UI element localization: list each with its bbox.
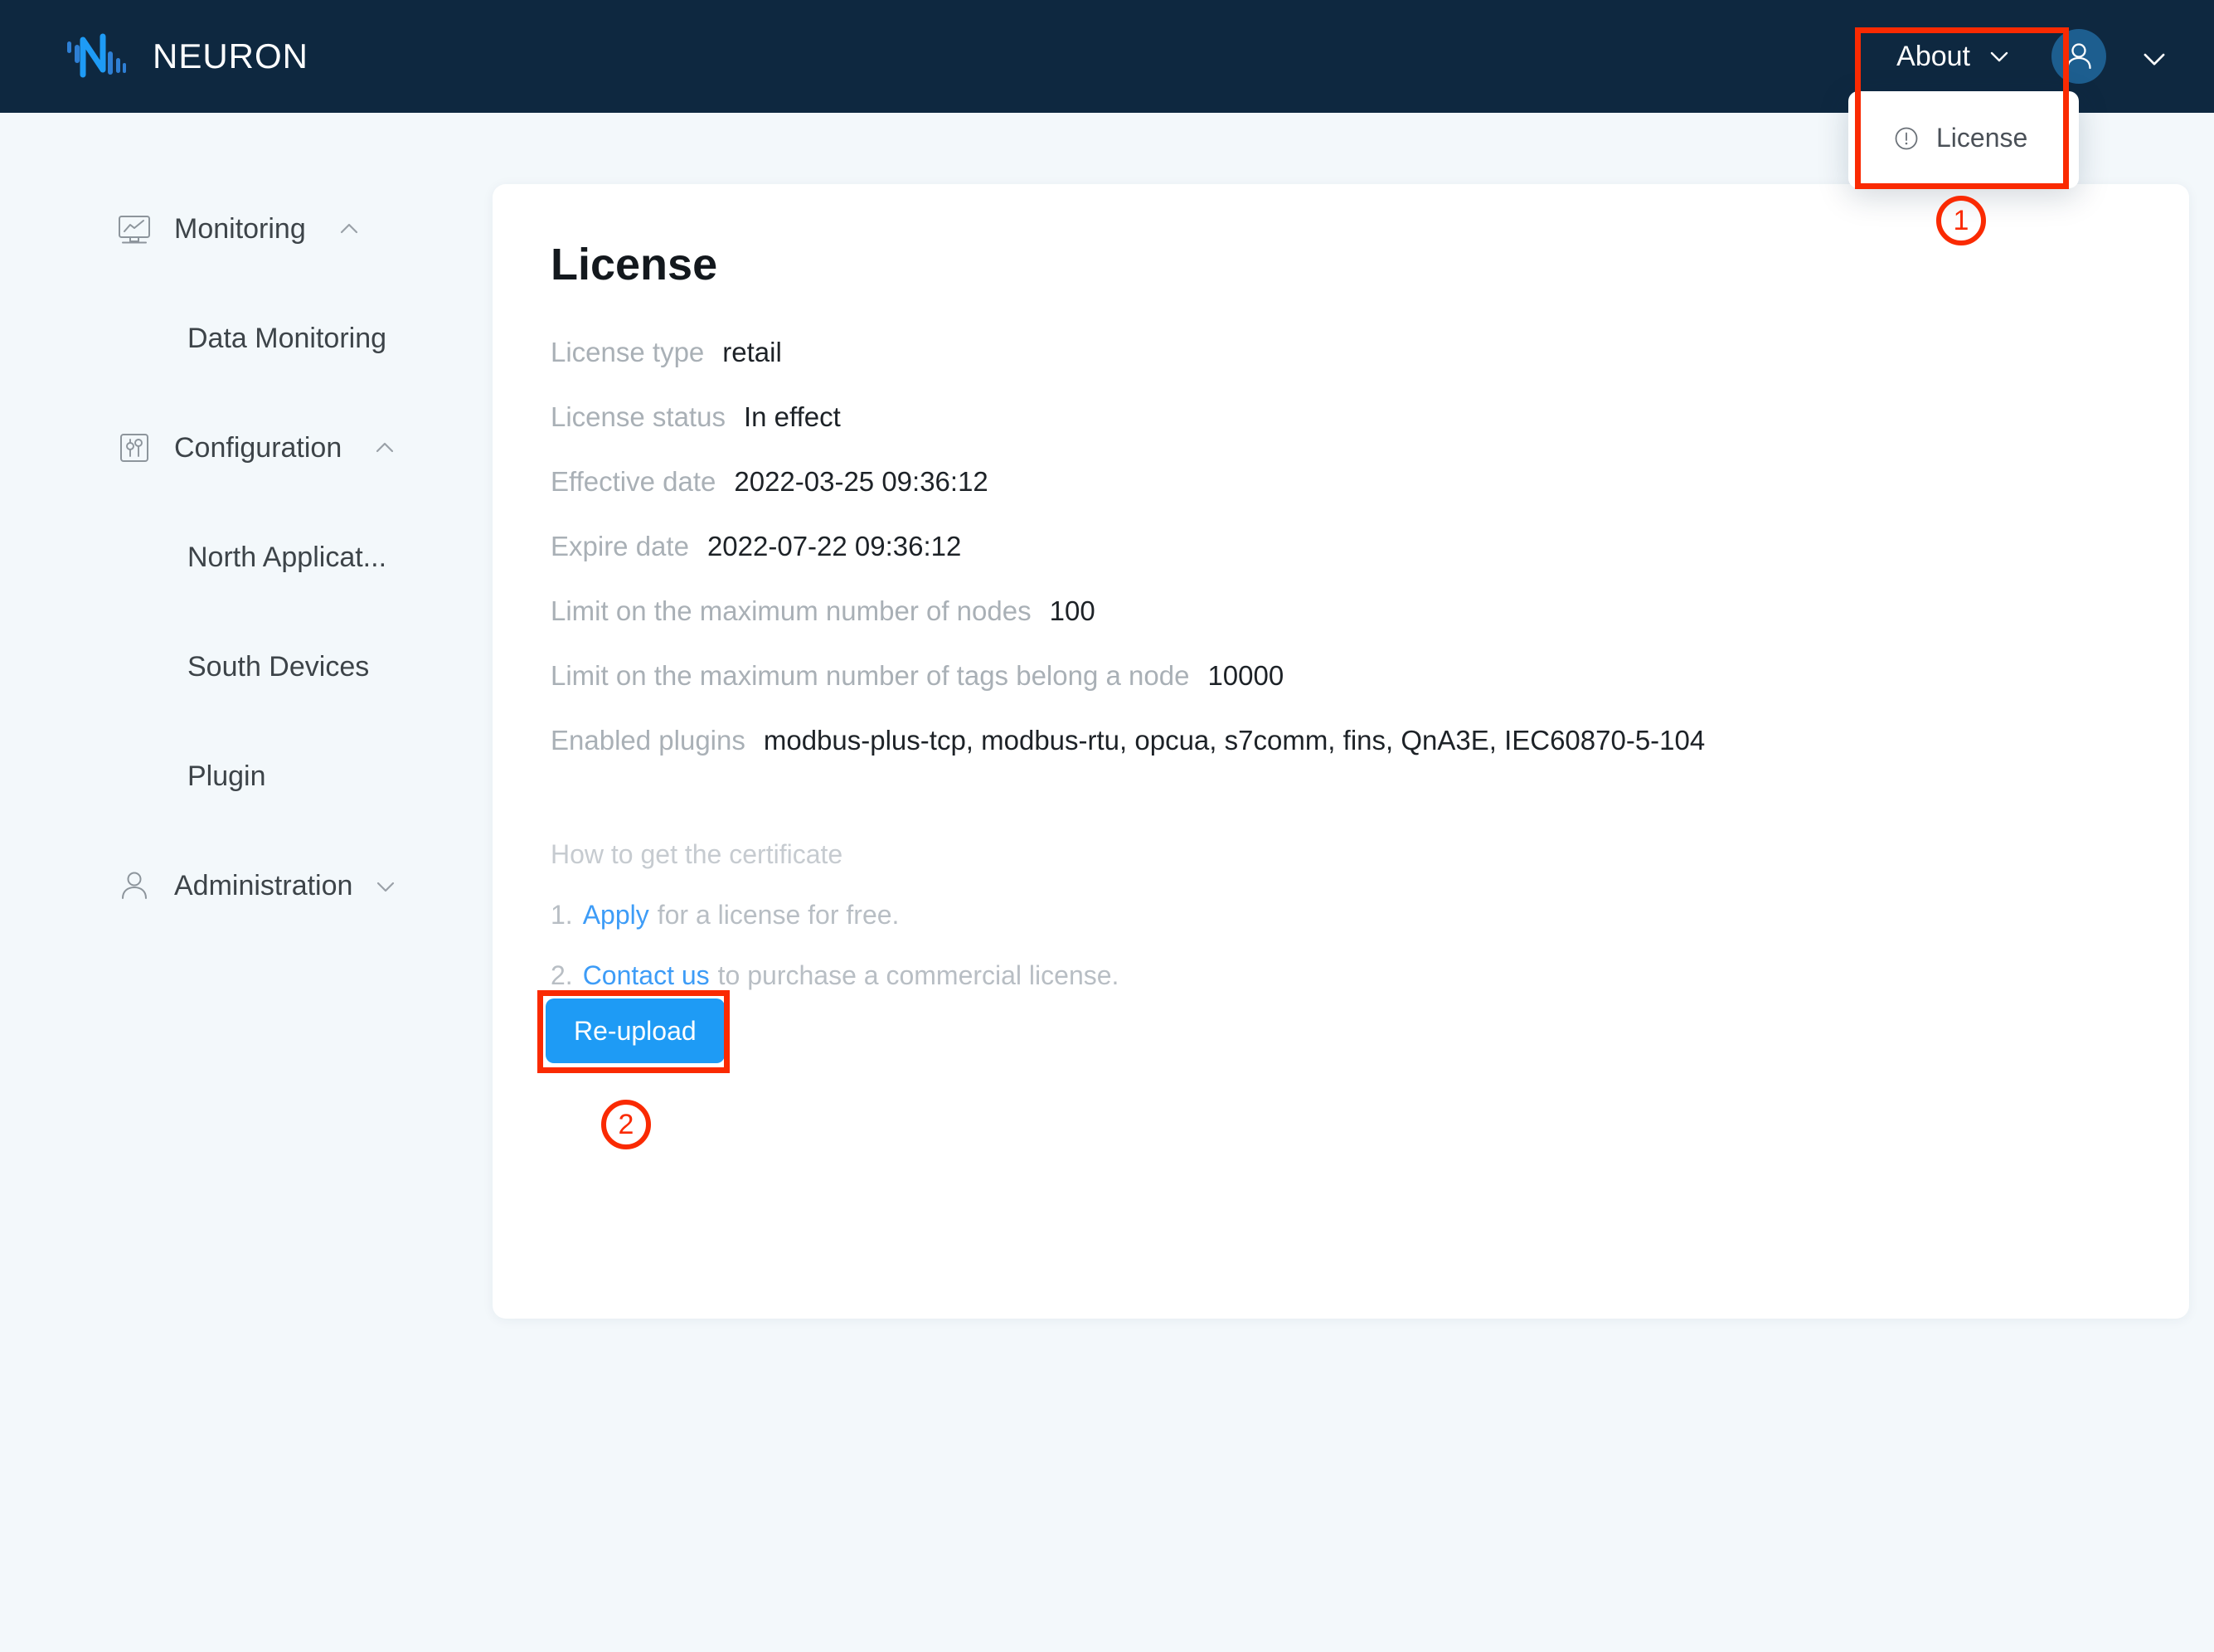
detail-value: 2022-03-25 09:36:12 (734, 466, 988, 497)
sidebar-group-configuration[interactable]: Configuration (0, 416, 493, 479)
sidebar-item-north-applications[interactable]: North Applicat... (0, 526, 493, 589)
sidebar-item-plugin[interactable]: Plugin (0, 745, 493, 808)
how-to-title: How to get the certificate (551, 839, 843, 869)
sidebar-item-label: South Devices (187, 650, 370, 683)
exclamation-circle-icon (1893, 125, 1920, 152)
detail-row-license-status: License status In effect (551, 401, 2189, 433)
neuron-logo-icon (66, 32, 128, 81)
chevron-up-icon[interactable] (373, 436, 396, 459)
brand: NEURON (66, 32, 308, 81)
detail-row-license-type: License type retail (551, 337, 2189, 368)
brand-name: NEURON (153, 36, 309, 75)
sidebar-group-administration[interactable]: Administration (0, 854, 493, 917)
sidebar-item-data-monitoring[interactable]: Data Monitoring (0, 307, 493, 370)
contact-us-link[interactable]: Contact us (583, 960, 710, 990)
sidebar-group-label: Configuration (174, 431, 342, 464)
detail-value: 10000 (1207, 660, 1284, 691)
reupload-button[interactable]: Re-upload (546, 998, 725, 1063)
chevron-down-icon (1988, 46, 2010, 67)
detail-label: License type (551, 337, 705, 367)
apply-link[interactable]: Apply (583, 900, 649, 930)
sidebar-item-label: North Applicat... (187, 541, 387, 573)
detail-label: License status (551, 401, 726, 432)
sidebar-group-monitoring[interactable]: Monitoring (0, 197, 493, 260)
how-to-get-certificate-section: How to get the certificate 1. Apply for a … (551, 839, 2189, 991)
detail-row-max-nodes: Limit on the maximum number of nodes 100 (551, 595, 2189, 627)
chevron-up-icon[interactable] (337, 217, 361, 241)
sliders-icon (116, 430, 153, 466)
avatar[interactable] (2051, 29, 2106, 84)
step-number: 2. (551, 960, 573, 990)
detail-label: Limit on the maximum number of tags belo… (551, 660, 1190, 691)
step-text: for a license for free. (657, 900, 900, 930)
detail-row-enabled-plugins: Enabled plugins modbus-plus-tcp, modbus-… (551, 725, 2189, 756)
detail-row-max-tags: Limit on the maximum number of tags belo… (551, 660, 2189, 692)
about-menu-button[interactable]: About (1865, 16, 2042, 98)
detail-value: modbus-plus-tcp, modbus-rtu, opcua, s7co… (763, 725, 1706, 756)
detail-label: Expire date (551, 531, 689, 561)
sidebar-group-label: Monitoring (174, 212, 306, 245)
annotation-marker-2: 2 (601, 1100, 651, 1149)
detail-row-expire-date: Expire date 2022-07-22 09:36:12 (551, 531, 2189, 562)
detail-value: retail (722, 337, 782, 367)
detail-value: 100 (1049, 595, 1095, 626)
reupload-button-wrapper: Re-upload (546, 998, 725, 1063)
dropdown-item-label: License (1936, 123, 2028, 153)
detail-value: In effect (743, 401, 841, 432)
user-outline-icon (116, 867, 153, 904)
monitor-chart-icon (116, 211, 153, 247)
step-text: to purchase a commercial license. (717, 960, 1119, 990)
header-actions: About (1865, 16, 2171, 98)
license-card: License License type retail License stat… (493, 184, 2189, 1319)
detail-label: Effective date (551, 466, 716, 497)
chevron-down-icon[interactable] (374, 874, 397, 897)
user-menu-chevron-down-icon[interactable] (2141, 46, 2165, 67)
sidebar: Monitoring Data Monitoring Configuration (0, 113, 493, 1652)
how-to-step-2: 2. Contact us to purchase a commercial lic… (551, 960, 2189, 991)
step-number: 1. (551, 900, 573, 930)
page-title: License (551, 240, 718, 289)
sidebar-item-south-devices[interactable]: South Devices (0, 635, 493, 698)
dropdown-item-license[interactable]: License (1848, 109, 2079, 167)
annotation-marker-1: 1 (1936, 196, 1986, 245)
about-menu-label: About (1896, 40, 1970, 72)
sidebar-group-label: Administration (174, 869, 353, 901)
sidebar-item-label: Data Monitoring (187, 322, 387, 354)
detail-value: 2022-07-22 09:36:12 (706, 531, 962, 561)
user-avatar-icon (2066, 43, 2091, 70)
detail-label: Enabled plugins (551, 725, 745, 756)
detail-label: Limit on the maximum number of nodes (551, 595, 1032, 626)
about-dropdown-menu: License (1848, 91, 2079, 188)
sidebar-item-label: Plugin (187, 760, 266, 792)
detail-row-effective-date: Effective date 2022-03-25 09:36:12 (551, 466, 2189, 498)
how-to-step-1: 1. Apply for a license for free. (551, 900, 2189, 930)
